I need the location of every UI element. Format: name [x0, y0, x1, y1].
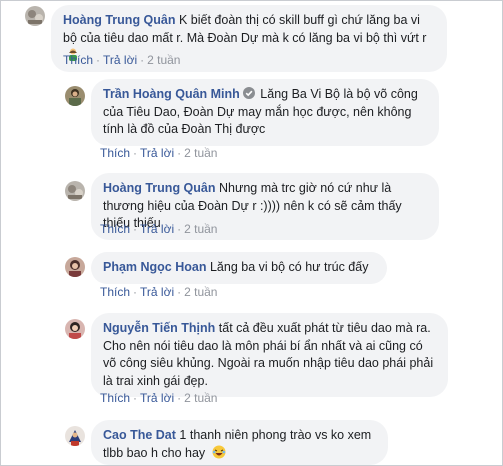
avatar[interactable] [65, 257, 85, 277]
comment-bubble: Nguyễn Tiến Thịnh tất cả đều xuất phát t… [91, 313, 448, 397]
like-link[interactable]: Thích [100, 222, 130, 236]
avatar[interactable] [65, 86, 85, 106]
timestamp[interactable]: 2 tuần [184, 222, 217, 236]
reply-link[interactable]: Trả lời [140, 285, 174, 299]
avatar[interactable] [65, 426, 85, 446]
like-link[interactable]: Thích [100, 391, 130, 405]
comment-bubble: Trần Hoàng Quân Minh Lăng Ba Vi Bộ là bộ… [91, 79, 439, 146]
comment-bubble: Phạm Ngọc Hoan Lăng ba vi bộ có hư trúc … [91, 252, 387, 284]
comment-actions: Thích · Trả lời · 2 tuần [63, 53, 181, 67]
avatar[interactable] [65, 319, 85, 339]
reply-link[interactable]: Trả lời [140, 146, 174, 160]
like-link[interactable]: Thích [100, 146, 130, 160]
comment-actions: Thích · Trả lời · 2 tuần [100, 285, 218, 299]
verified-badge-icon [242, 87, 255, 99]
comment-text: Lăng ba vi bộ có hư trúc đấy [209, 260, 369, 274]
comment-author[interactable]: Cao The Dat [103, 428, 176, 442]
timestamp[interactable]: 2 tuần [184, 285, 217, 299]
reply-link[interactable]: Trả lời [140, 391, 174, 405]
comment-actions: Thích · Trả lời · 2 tuần [100, 146, 218, 160]
comment-author[interactable]: Trần Hoàng Quân Minh [103, 87, 240, 101]
avatar[interactable] [65, 181, 85, 201]
reply-link[interactable]: Trả lời [140, 222, 174, 236]
timestamp[interactable]: 2 tuần [147, 53, 180, 67]
timestamp[interactable]: 2 tuần [184, 391, 217, 405]
avatar[interactable] [25, 6, 45, 26]
comment-actions: Thích · Trả lời · 2 tuần [100, 391, 218, 405]
comment-author[interactable]: Hoàng Trung Quân [63, 13, 176, 27]
comment-author[interactable]: Hoàng Trung Quân [103, 181, 216, 195]
reply-link[interactable]: Trả lời [103, 53, 137, 67]
comment-author[interactable]: Nguyễn Tiến Thịnh [103, 321, 215, 335]
like-link[interactable]: Thích [63, 53, 93, 67]
comment-thread: Hoàng Trung Quân K biết đoàn thị có skil… [0, 0, 503, 466]
comment-bubble: Cao The Dat 1 thanh niên phong trào vs k… [91, 420, 388, 465]
laughing-face-icon [212, 445, 226, 459]
comment-author[interactable]: Phạm Ngọc Hoan [103, 260, 207, 274]
timestamp[interactable]: 2 tuần [184, 146, 217, 160]
like-link[interactable]: Thích [100, 285, 130, 299]
comment-actions: Thích · Trả lời · 2 tuần [100, 222, 218, 236]
